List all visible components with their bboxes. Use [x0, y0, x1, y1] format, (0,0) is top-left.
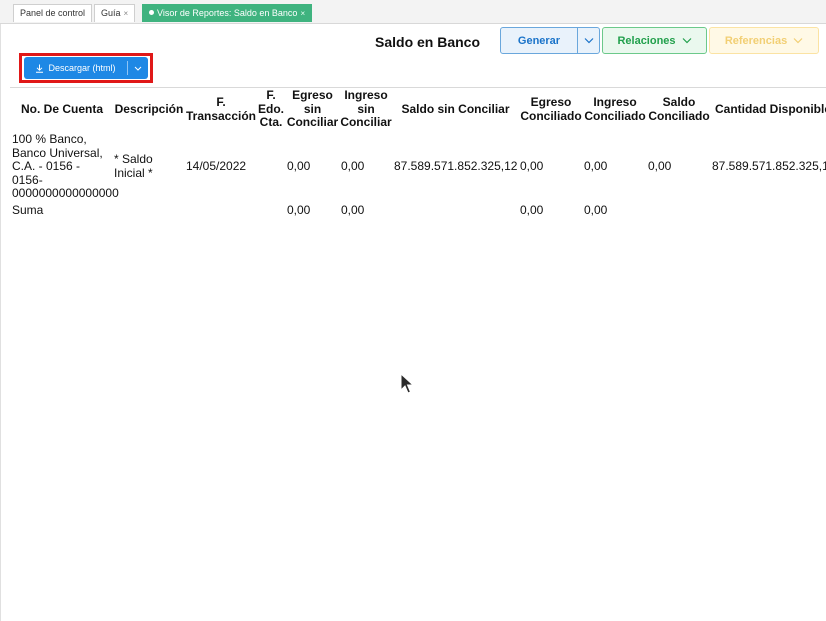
cell-f-transaccion: 14/05/2022 — [186, 159, 247, 173]
descargar-button[interactable]: Descargar (html) — [24, 57, 148, 79]
header-ingreso-sin-conciliar: Ingreso sin Conciliar — [339, 88, 393, 130]
relaciones-label: Relaciones — [617, 34, 676, 47]
generar-dropdown-button[interactable] — [577, 27, 600, 54]
header-line: Conciliar — [340, 115, 392, 129]
tab-bar: Panel de control Guía × Visor de Reportes… — [0, 0, 826, 24]
descargar-main[interactable]: Descargar (html) — [24, 57, 127, 79]
header-line: No. De Cuenta — [20, 102, 103, 116]
generar-label: Generar — [517, 34, 561, 47]
cell-line: C.A. - 0156 - — [12, 159, 81, 173]
referencias-label: Referencias — [724, 34, 788, 47]
cell-saldo-conciliado: 0,00 — [648, 159, 672, 173]
chevron-down-icon — [793, 38, 803, 44]
tab-label: Panel de control — [20, 8, 86, 18]
header-line: F. — [216, 95, 226, 109]
table-top-border — [10, 87, 826, 88]
generar-button[interactable]: Generar — [500, 27, 578, 54]
content-frame-border — [0, 24, 1, 621]
tab-panel-de-control[interactable]: Panel de control — [13, 4, 93, 22]
header-f-transaccion: F. Transacción — [185, 95, 257, 123]
suma-ingreso-sin-conciliar: 0,00 — [341, 203, 365, 217]
cell-line: 0156- — [12, 172, 43, 187]
cell-line: Inicial * — [114, 165, 153, 180]
tab-visor-de-reportes[interactable]: Visor de Reportes: Saldo en Banco × — [142, 4, 313, 22]
header-ingreso-conciliado: Ingreso Conciliado — [583, 95, 647, 123]
header-egreso-conciliado: Egreso Conciliado — [519, 95, 583, 123]
header-saldo-sin-conciliar: Saldo sin Conciliar — [393, 102, 518, 117]
cell-ingreso-conciliado: 0,00 — [584, 159, 608, 173]
cell-line: * Saldo — [114, 152, 153, 166]
header-line: Edo. — [258, 101, 284, 116]
mouse-cursor-icon — [400, 373, 414, 394]
suma-egreso-conciliado: 0,00 — [520, 203, 544, 217]
header-line: Conciliado — [584, 108, 646, 123]
cell-descripcion: * Saldo Inicial * — [114, 152, 153, 180]
header-line: Ingreso — [344, 88, 388, 102]
header-line: Transacción — [185, 108, 257, 123]
close-icon[interactable]: × — [124, 9, 129, 18]
cell-line: 100 % Banco, — [12, 132, 87, 146]
header-line: Ingreso — [593, 95, 637, 109]
header-egreso-sin-conciliar: Egreso sin Conciliar — [286, 88, 339, 130]
chevron-down-icon — [584, 38, 593, 44]
descargar-dropdown[interactable] — [128, 57, 148, 79]
header-line: Cta. — [259, 115, 283, 129]
cell-line: 0000000000000000 — [12, 186, 119, 200]
header-line: Egreso — [292, 88, 333, 102]
header-line: Saldo sin Conciliar — [401, 102, 510, 116]
header-descripcion: Descripción — [113, 102, 185, 117]
close-icon[interactable]: × — [300, 9, 305, 18]
suma-ingreso-conciliado: 0,00 — [584, 203, 608, 217]
referencias-button[interactable]: Referencias — [709, 27, 819, 54]
cell-ingreso-sin-conciliar: 0,00 — [341, 159, 365, 173]
header-line: sin — [303, 101, 322, 116]
descargar-label: Descargar (html) — [48, 63, 116, 73]
header-line: Cantidad Disponible — [715, 103, 826, 116]
tab-label: Guía — [101, 8, 121, 18]
header-line: Saldo — [662, 95, 696, 109]
cell-egreso-conciliado: 0,00 — [520, 159, 544, 173]
tab-guia[interactable]: Guía × — [94, 4, 136, 22]
download-icon — [36, 64, 44, 73]
report-title: Saldo en Banco — [375, 34, 481, 50]
cell-saldo-sin-conciliar: 87.589.571.852.325,12 — [394, 159, 518, 173]
relaciones-button[interactable]: Relaciones — [602, 27, 707, 54]
active-dot-icon — [149, 10, 154, 15]
header-cantidad-disponible: Cantidad Disponible — [711, 103, 826, 117]
header-line: Conciliado — [520, 108, 582, 123]
header-saldo-conciliado: Saldo Conciliado — [647, 95, 711, 123]
header-no-de-cuenta: No. De Cuenta — [12, 102, 112, 117]
header-line: Conciliado — [648, 108, 710, 123]
header-line: Egreso — [530, 95, 572, 109]
cell-no-de-cuenta: 100 % Banco, Banco Universal, C.A. - 015… — [12, 132, 119, 201]
header-f-edo-cta: F. Edo. Cta. — [256, 88, 286, 130]
header-line: sin — [357, 101, 375, 116]
cell-egreso-sin-conciliar: 0,00 — [287, 159, 311, 173]
header-line: F. — [266, 88, 276, 102]
suma-egreso-sin-conciliar: 0,00 — [287, 203, 311, 217]
chevron-down-icon — [134, 66, 142, 71]
cell-line: Banco Universal, — [12, 145, 103, 160]
cell-cantidad-disponible: 87.589.571.852.325,12 — [712, 160, 826, 173]
header-line: Descripción — [114, 102, 184, 116]
header-line: Conciliar — [286, 115, 339, 129]
suma-label: Suma — [12, 203, 44, 217]
chevron-down-icon — [682, 38, 691, 44]
tab-label: Visor de Reportes: Saldo en Banco — [157, 8, 298, 18]
